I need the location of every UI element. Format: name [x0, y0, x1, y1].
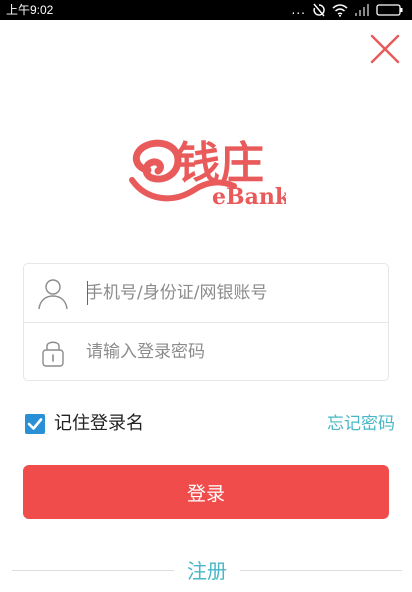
wifi-icon	[332, 4, 348, 17]
account-row	[24, 264, 388, 322]
status-bar: 上午9:02 ...	[0, 0, 412, 20]
close-icon	[370, 34, 400, 64]
password-input[interactable]	[86, 337, 376, 367]
login-button[interactable]: 登录	[23, 465, 389, 519]
register-divider-right	[240, 570, 402, 571]
remember-label[interactable]: 记住登录名	[54, 412, 144, 436]
password-row	[24, 323, 388, 381]
login-form	[23, 263, 389, 381]
check-icon	[27, 418, 43, 430]
register-link[interactable]: 注册	[174, 558, 240, 584]
close-button[interactable]	[368, 32, 402, 66]
lock-icon	[36, 335, 70, 369]
logo-subtext: eBank	[212, 184, 286, 210]
text-caret	[87, 281, 88, 305]
user-icon	[36, 276, 70, 310]
account-input[interactable]	[86, 278, 376, 308]
status-time: 上午9:02	[6, 3, 54, 17]
battery-icon	[376, 4, 403, 16]
sync-disabled-icon	[313, 3, 325, 17]
logo-text: 钱庄	[176, 138, 264, 189]
register-divider-left	[12, 570, 174, 571]
status-dots: ...	[291, 3, 306, 17]
signal-icon	[355, 4, 369, 16]
forgot-password-link[interactable]: 忘记密码	[327, 412, 395, 436]
brand-logo: 钱庄 eBank	[126, 128, 291, 210]
status-icons: ...	[292, 3, 404, 17]
remember-checkbox[interactable]	[25, 414, 45, 434]
